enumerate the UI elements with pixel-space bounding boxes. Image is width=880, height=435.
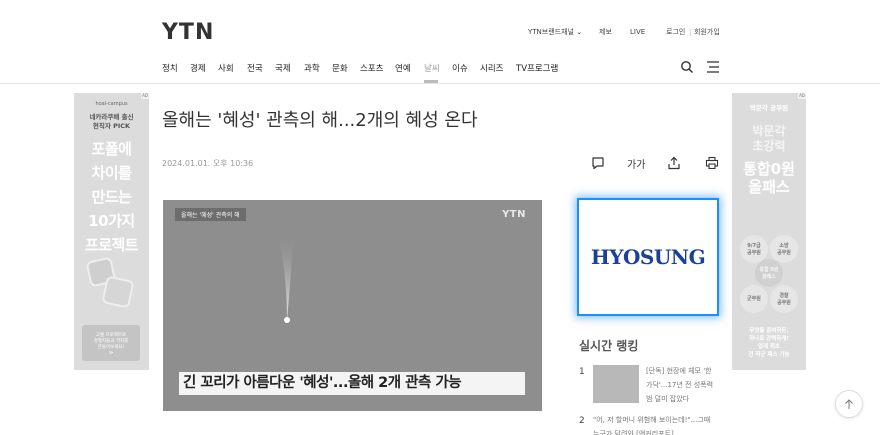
ranking-headline-line: "어, 저 할머니 위험해 보이는데!"...그때 [593, 416, 711, 424]
ranking-headline[interactable]: "어, 저 할머니 위험해 보이는데!"...그때 누구가 달려와 [앤커리포트… [593, 413, 710, 435]
nav-item-world[interactable]: 국제 [275, 62, 291, 74]
ad-cta-box: 고퀄 프로젝트로 경쟁자들과 격차를 만들어보세요! ≫ [82, 325, 140, 361]
ad-subtitle-line: 현직자 PICK [92, 122, 131, 130]
ad-category-line: 올패스 [762, 274, 776, 280]
nav-item-sports[interactable]: 스포츠 [360, 62, 383, 74]
left-banner-ad[interactable]: AD hoal-campus 네카라쿠배 출신 현직자 PICK 포폴에 차이를… [74, 93, 149, 370]
ad-footer-line: 하나로 강력하게! [749, 336, 789, 342]
ranking-headline-line: 가닥'...17년 전 성폭력 [646, 381, 714, 389]
scroll-top-button[interactable] [835, 390, 863, 418]
brand-channel-label: YTN브랜드채널 [528, 28, 574, 36]
ad-mark: AD [141, 93, 149, 99]
ad-headline-line: 10가지 [88, 212, 135, 230]
ad-headline: 통합0원 올패스 [732, 160, 806, 196]
report-link[interactable]: 제보 [599, 27, 612, 37]
ytn-logo[interactable]: YTN [162, 20, 214, 45]
comet-image [279, 238, 293, 323]
ad-category-line: 통합 0원 [759, 267, 779, 273]
nav-item-politics[interactable]: 정치 [162, 62, 178, 74]
ad-headline: 포폴에 차이를 만드는 10가지 프로젝트 [74, 137, 149, 257]
ad-category-center: 통합 0원 올패스 [755, 259, 783, 287]
join-link[interactable]: 회원가입 [694, 27, 720, 37]
ad-category-line: 공무원 [747, 250, 761, 256]
nav-item-society[interactable]: 사회 [218, 62, 234, 74]
app-icon [101, 275, 135, 309]
ad-category-line: 9/7급 [747, 243, 761, 249]
ranking-thumbnail[interactable] [593, 365, 639, 403]
nav-item-issue[interactable]: 이슈 [452, 62, 468, 74]
nav-item-series[interactable]: 시리즈 [480, 62, 503, 74]
ad-category-line: 경찰 [779, 293, 789, 299]
hyosung-ad[interactable]: HYOSUNG [577, 198, 719, 316]
brand-channel-link[interactable]: YTN브랜드채널 ⌄ [528, 27, 582, 37]
video-caption: 긴 꼬리가 아름다운 '혜성'...올해 2개 관측 가능 [179, 372, 525, 395]
arrow-up-icon [845, 399, 853, 409]
ad-headline-line: 차이를 [91, 164, 132, 182]
ad-mark: AD [798, 93, 806, 99]
nav-item-entertainment[interactable]: 연예 [395, 62, 411, 74]
ad-category: 소방 공무원 [770, 235, 798, 263]
link-separator: | [689, 28, 692, 36]
share-icon[interactable] [667, 156, 681, 170]
font-size-button[interactable]: 가가 [627, 156, 645, 171]
menu-icon[interactable] [706, 60, 720, 74]
ad-category: 경찰 공무원 [770, 285, 798, 313]
ad-category-line: 소방 [779, 243, 789, 249]
comment-icon[interactable] [591, 156, 605, 170]
nav-item-culture[interactable]: 문화 [332, 62, 348, 74]
ad-headline-line: 프로젝트 [84, 236, 139, 254]
ad-subtitle: 박문각 초강력 [732, 124, 806, 154]
login-link[interactable]: 로그인 [666, 27, 685, 37]
ad-footer: 무엇을 준비하든, 하나로 강력하게! 업계 최초 전 직군 패스 가능 [732, 327, 806, 359]
ad-headline-line: 통합0원 [743, 160, 795, 178]
ranking-title: 실시간 랭킹 [579, 339, 639, 353]
article-date: 2024.01.01. 오후 10:36 [162, 159, 254, 168]
ad-subtitle-line: 박문각 [752, 124, 786, 138]
nav-item-economy[interactable]: 경제 [190, 62, 206, 74]
article-video[interactable]: 올해는 '혜성' 관측의 해 YTN 긴 꼬리가 아름다운 '혜성'...올해 … [163, 200, 542, 411]
ad-subtitle-line: 네카라쿠배 출신 [89, 113, 134, 121]
ad-footer-line: 전 직군 패스 가능 [748, 352, 790, 358]
ranking-number: 1 [579, 367, 585, 377]
ad-brand: hoal-campus [95, 101, 128, 107]
video-tag: 올해는 '혜성' 관측의 해 [175, 208, 246, 221]
site-header: YTN YTN브랜드채널 ⌄ 제보 LIVE 로그인 | 회원가입 정치 경제 … [0, 0, 880, 84]
live-link[interactable]: LIVE [630, 28, 645, 36]
ranking-headline-line: 범 덜미 잡았다 [646, 395, 690, 403]
ranking-number: 2 [579, 416, 585, 426]
nav-item-science[interactable]: 과학 [304, 62, 320, 74]
print-icon[interactable] [705, 156, 719, 170]
ad-category-grid: 9/7급 공무원 소방 공무원 통합 0원 올패스 군무원 경찰 공무원 [738, 235, 800, 317]
right-banner-ad[interactable]: AD 박문각 공무원 박문각 초강력 통합0원 올패스 9/7급 공무원 소방 공무… [732, 93, 806, 370]
ad-headline-line: 포폴에 [91, 140, 132, 158]
ad-footer-line: 무엇을 준비하든, [749, 328, 789, 334]
active-nav-indicator [424, 80, 438, 83]
ad-subtitle: 네카라쿠배 출신 현직자 PICK [74, 113, 149, 131]
ad-headline-line: 올패스 [748, 178, 790, 196]
ad-category-line: 공무원 [777, 300, 791, 306]
ad-category: 군무원 [740, 285, 768, 313]
ad-headline-line: 만드는 [91, 188, 132, 206]
nav-item-nation[interactable]: 전국 [247, 62, 263, 74]
search-icon[interactable] [680, 60, 694, 74]
nav-item-weather[interactable]: 날씨 [424, 62, 440, 74]
ad-footer-line: 업계 최초 [757, 344, 781, 350]
nav-item-tv-program[interactable]: TV프로그램 [516, 62, 558, 74]
chevron-down-icon: ⌄ [576, 28, 583, 36]
ranking-headline-line: 누구가 달려와 [앤커리포트] [593, 430, 674, 435]
ranking-headline-line: [단독] 현장에 체모 '한 [646, 367, 712, 375]
ranking-headline[interactable]: [단독] 현장에 체모 '한 가닥'...17년 전 성폭력 범 덜미 잡았다 [646, 364, 713, 406]
ad-cta-line: ≫ [108, 351, 114, 356]
ad-subtitle-line: 초강력 [752, 139, 786, 153]
ad-category-line: 공무원 [777, 250, 791, 256]
ad-brand: 박문각 공무원 [749, 104, 789, 112]
ad-category-line: 군무원 [747, 296, 761, 302]
article-title: 올해는 '혜성' 관측의 해...2개의 혜성 온다 [162, 110, 478, 131]
video-watermark-logo: YTN [502, 209, 526, 220]
hyosung-logo: HYOSUNG [590, 245, 706, 269]
